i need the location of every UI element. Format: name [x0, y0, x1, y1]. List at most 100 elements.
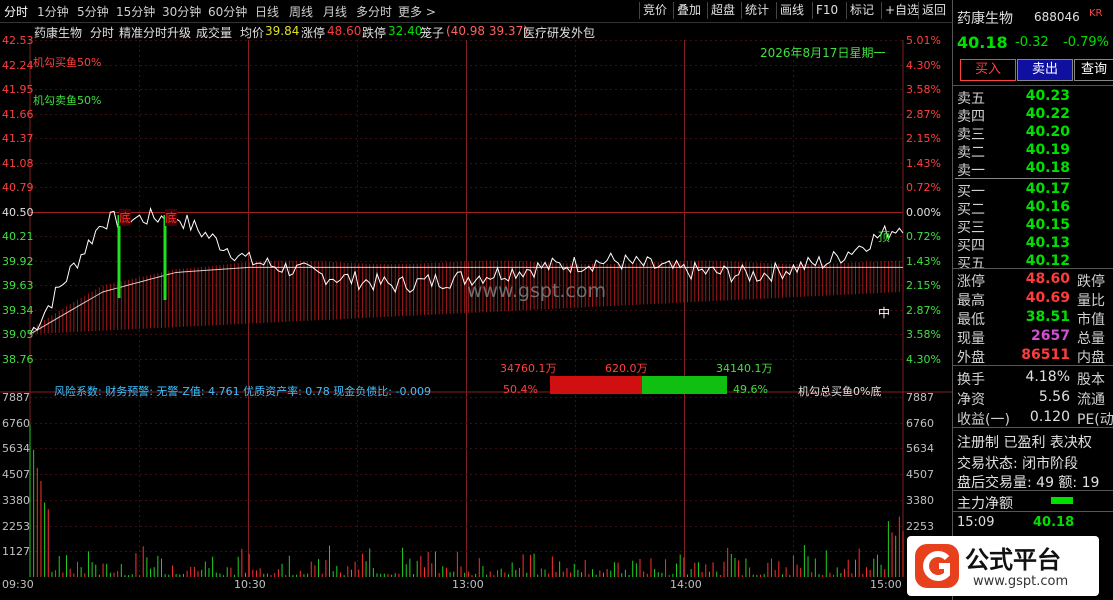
time-tick: 13:00 — [452, 578, 484, 591]
after-hours-volume: 盘后交易量: 49 额: 19 — [957, 475, 1100, 491]
chart-mode: 分时 — [90, 26, 115, 40]
avg-price-value: 39.84 — [265, 24, 300, 38]
draw-line-button[interactable]: 画线 — [776, 2, 807, 19]
price-tick: 39.05 — [2, 327, 34, 341]
tab-1min[interactable]: 1分钟 — [37, 3, 69, 20]
mark-button[interactable]: 标记 — [846, 2, 877, 19]
volume-tick-right: 7887 — [906, 390, 934, 404]
bid-row[interactable]: 买三 40.15 — [953, 217, 1113, 236]
panel-stock-name: 药康生物 — [957, 11, 1013, 27]
stat2-row: 净资 5.56 流通 — [953, 389, 1113, 408]
add-watchlist-button[interactable]: +自选 — [881, 2, 922, 19]
logo-text: 公式平台 — [965, 546, 1061, 574]
current-price: 40.18 — [957, 33, 1008, 52]
intraday-chart[interactable]: 42.53 42.24 41.95 41.66 41.37 41.08 40.79 40.50… — [0, 34, 952, 600]
tab-multi-fenshi[interactable]: 多分时 — [356, 3, 392, 20]
volume-tick-right: 4507 — [906, 467, 934, 481]
tab-60min[interactable]: 60分钟 — [208, 3, 247, 20]
watermark: www.gspt.com — [467, 280, 607, 302]
bid-row[interactable]: 买二 40.16 — [953, 199, 1113, 218]
stats-button[interactable]: 统计 — [741, 2, 772, 19]
time-tick: 09:30 — [2, 578, 34, 591]
volume-tick-right: 6760 — [906, 416, 934, 430]
ask-row[interactable]: 卖一 40.18 — [953, 160, 1113, 179]
stat2-label: 收益(一) — [957, 412, 1010, 428]
volume-tick-right: 2253 — [906, 519, 934, 533]
tag-bottom-2: 底 — [165, 209, 178, 226]
market-badge: KR — [1089, 8, 1103, 19]
stat-label: 外盘 — [957, 350, 985, 366]
stat2-label-2: PE(动 — [1077, 412, 1113, 428]
flow-note: 机勾总买鱼0%底 — [798, 385, 882, 398]
query-button[interactable]: 查询 — [1074, 59, 1113, 81]
overlay-button[interactable]: 叠加 — [673, 2, 704, 19]
sector-label[interactable]: 医疗研发外包 — [523, 24, 595, 41]
cage-label: 笼子 — [420, 26, 445, 40]
tab-month[interactable]: 月线 — [323, 3, 347, 20]
percent-tick: 0.72% — [906, 180, 941, 194]
limit-up-value: 48.60 — [327, 24, 362, 38]
order-level-label: 卖五 — [957, 91, 985, 107]
auction-button[interactable]: 竞价 — [639, 2, 670, 19]
order-level-price: 40.13 — [1025, 235, 1070, 251]
percent-tick: 1.43% — [906, 156, 941, 170]
super-board-button[interactable]: 超盘 — [707, 2, 738, 19]
order-level-label: 买三 — [957, 220, 985, 236]
risk-info: 风险系数: 财务预警: 无警-Z值: 4.761 优质资产率: 0.78 现金负… — [54, 385, 431, 398]
flow-left-pct: 50.4% — [503, 383, 538, 396]
price-tick: 38.76 — [2, 352, 34, 366]
stat-value: 2657 — [1031, 328, 1070, 344]
stat-label-2: 跌停 — [1077, 274, 1105, 290]
order-level-price: 40.12 — [1025, 253, 1070, 269]
trade-status: 交易状态: 闭市阶段 — [957, 456, 1079, 472]
logo-g-icon — [915, 544, 959, 588]
f10-button[interactable]: F10 — [812, 2, 841, 19]
order-level-label: 卖三 — [957, 127, 985, 143]
percent-tick: 5.01% — [906, 33, 941, 47]
stat-row: 涨停 48.60 跌停 — [953, 271, 1113, 290]
indicator-name[interactable]: 精准分时升级 — [119, 24, 191, 41]
percent-tick: 3.58% — [906, 327, 941, 341]
stat2-row: 换手 4.18% 股本 — [953, 369, 1113, 388]
stat-label: 涨停 — [957, 274, 985, 290]
flow-bar-green — [642, 376, 727, 394]
stat-row: 最高 40.69 量比 — [953, 290, 1113, 309]
ask-row[interactable]: 卖四 40.22 — [953, 106, 1113, 125]
stat-row: 外盘 86511 内盘 — [953, 347, 1113, 366]
tab-week[interactable]: 周线 — [289, 3, 313, 20]
percent-tick: 4.30% — [906, 58, 941, 72]
tab-30min[interactable]: 30分钟 — [162, 3, 201, 20]
stat2-row: 收益(一) 0.120 PE(动 — [953, 409, 1113, 428]
stat-value: 40.69 — [1025, 290, 1070, 306]
price-tick: 42.24 — [2, 58, 34, 72]
stat2-value: 5.56 — [1038, 389, 1070, 405]
order-level-label: 买二 — [957, 202, 985, 218]
ask-row[interactable]: 卖二 40.19 — [953, 142, 1113, 161]
tab-fenshi[interactable]: 分时 — [4, 3, 28, 20]
tab-more[interactable]: 更多 > — [398, 3, 436, 20]
volume-tick: 7887 — [2, 390, 30, 404]
tab-15min[interactable]: 15分钟 — [116, 3, 155, 20]
stat2-label-2: 股本 — [1077, 372, 1105, 388]
sell-button[interactable]: 卖出 — [1017, 59, 1073, 81]
order-level-price: 40.22 — [1025, 106, 1070, 122]
order-level-label: 卖四 — [957, 109, 985, 125]
tag-middle: 中 — [878, 306, 891, 320]
chart-canvas — [0, 40, 952, 577]
bid-row[interactable]: 买四 40.13 — [953, 235, 1113, 254]
order-level-label: 买一 — [957, 184, 985, 200]
ask-row[interactable]: 卖五 40.23 — [953, 88, 1113, 107]
bid-row[interactable]: 买一 40.17 — [953, 181, 1113, 200]
tab-5min[interactable]: 5分钟 — [77, 3, 109, 20]
buy-button[interactable]: 买入 — [960, 59, 1016, 81]
tab-day[interactable]: 日线 — [255, 3, 279, 20]
back-button[interactable]: 返回 — [918, 2, 949, 19]
flow-right-amount: 34140.1万 — [716, 362, 773, 375]
brand-logo: 公式平台 www.gspt.com — [907, 536, 1099, 596]
tag-bottom-1: 底 — [119, 209, 132, 226]
order-level-label: 买五 — [957, 256, 985, 272]
ask-row[interactable]: 卖三 40.20 — [953, 124, 1113, 143]
order-level-label: 买四 — [957, 238, 985, 254]
volume-tick: 4507 — [2, 467, 30, 481]
stock-name: 药康生物 — [34, 26, 83, 40]
